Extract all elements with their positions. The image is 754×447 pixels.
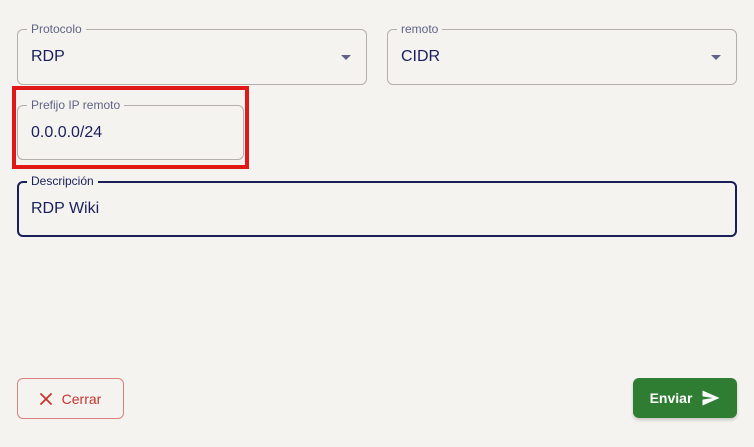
remote-ip-prefix-label: Prefijo IP remoto [27,98,125,112]
remote-label: remoto [397,22,443,36]
close-button[interactable]: Cerrar [17,378,124,419]
protocol-label: Protocolo [27,22,86,36]
chevron-down-icon[interactable] [711,55,721,60]
description-label: Descripción [27,174,98,188]
chevron-down-icon[interactable] [341,55,351,60]
description-input[interactable]: Descripción RDP Wiki [17,174,737,237]
close-button-label: Cerrar [61,390,102,407]
send-button-label: Enviar [649,390,693,406]
remote-select[interactable]: remoto CIDR [387,22,737,85]
protocol-value: RDP [31,48,65,65]
send-button[interactable]: Enviar [633,378,737,418]
protocol-select[interactable]: Protocolo RDP [17,22,367,85]
security-rule-form: Protocolo RDP remoto CIDR Prefijo IP rem… [0,0,754,447]
send-icon [702,390,720,406]
close-icon [39,392,52,405]
description-value[interactable]: RDP Wiki [31,200,99,218]
remote-ip-prefix-value[interactable]: 0.0.0.0/24 [31,124,102,142]
remote-value: CIDR [401,48,441,65]
remote-ip-prefix-input[interactable]: Prefijo IP remoto 0.0.0.0/24 [17,98,244,160]
